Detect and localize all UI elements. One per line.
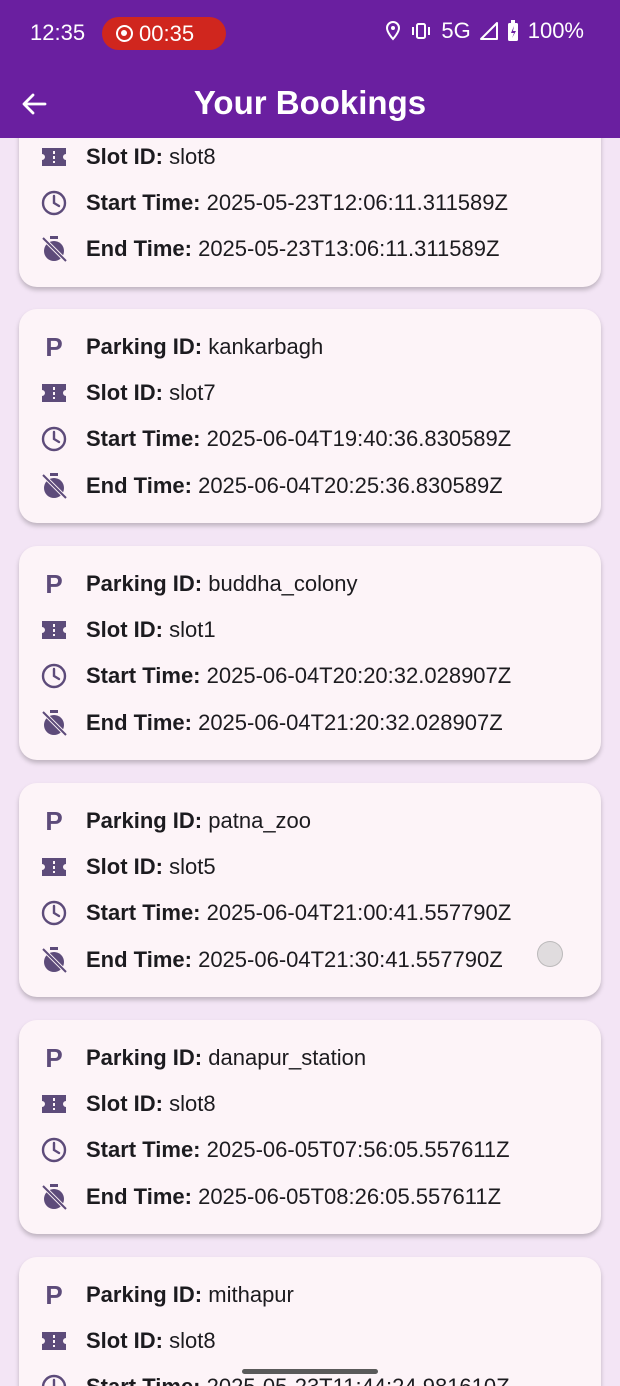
ticket-icon <box>39 1326 69 1356</box>
recording-timer: 00:35 <box>139 20 195 46</box>
parking-icon: P <box>45 568 63 599</box>
slot-id-text: Slot ID: slot8 <box>86 1328 216 1353</box>
clock-icon <box>39 1372 69 1386</box>
parking-id-text: Parking ID: mithapur <box>86 1282 294 1307</box>
clock-icon <box>39 424 69 454</box>
ticket-icon <box>39 852 69 882</box>
slot-id-text: Slot ID: slot1 <box>86 617 216 642</box>
status-icons: 5G 100% <box>385 18 584 44</box>
timer-off-icon <box>39 708 69 738</box>
parking-icon: P <box>45 1279 63 1310</box>
booking-card[interactable]: P Parking ID: patna_zoo Slot ID: slot5 S… <box>19 783 601 997</box>
start-time-text: Start Time: 2025-05-23T12:06:11.311589Z <box>86 190 508 215</box>
clock-icon <box>39 898 69 928</box>
network-type: 5G <box>441 18 471 43</box>
parking-icon: P <box>45 331 63 362</box>
booking-card[interactable]: P Parking ID: kankarbagh Slot ID: slot7 … <box>19 309 601 523</box>
clock-icon <box>39 1135 69 1165</box>
parking-icon: P <box>45 805 63 836</box>
ticket-icon <box>39 1089 69 1119</box>
parking-id-text: Parking ID: patna_zoo <box>86 808 312 833</box>
start-time-text: Start Time: 2025-06-04T21:00:41.557790Z <box>86 900 512 925</box>
start-time-text: Start Time: 2025-06-04T20:20:32.028907Z <box>86 663 512 688</box>
vibrate-icon <box>410 22 432 40</box>
clock-icon <box>39 661 69 691</box>
booking-card[interactable]: P Parking ID: buddha_colony Slot ID: slo… <box>19 546 601 760</box>
ticket-icon <box>39 615 69 645</box>
end-time-text: End Time: 2025-06-04T20:25:36.830589Z <box>86 473 503 498</box>
timer-off-icon <box>39 471 69 501</box>
ticket-icon <box>39 142 69 172</box>
start-time-text: Start Time: 2025-06-05T07:56:05.557611Z <box>86 1137 510 1162</box>
start-time-text: Start Time: 2025-06-04T19:40:36.830589Z <box>86 426 512 451</box>
start-time-text: Start Time: 2025-05-23T11:44:24.981610Z <box>86 1374 510 1386</box>
booking-card[interactable]: P Parking ID: mithapur Slot ID: slot8 St… <box>19 1257 601 1386</box>
slot-id-text: Slot ID: slot7 <box>86 380 216 405</box>
parking-icon: P <box>45 1042 63 1073</box>
end-time-text: End Time: 2025-05-23T13:06:11.311589Z <box>86 236 500 261</box>
ticket-icon <box>39 378 69 408</box>
screen-recording-pill[interactable]: 00:35 <box>102 17 226 50</box>
status-time: 12:35 <box>30 20 86 45</box>
end-time-text: End Time: 2025-06-04T21:30:41.557790Z <box>86 947 503 972</box>
battery-icon <box>507 20 519 42</box>
record-icon <box>116 25 133 42</box>
parking-id-text: Parking ID: buddha_colony <box>86 571 358 596</box>
timer-off-icon <box>39 1182 69 1212</box>
slot-id-text: Slot ID: slot8 <box>86 1091 216 1116</box>
parking-id-text: Parking ID: danapur_station <box>86 1045 367 1070</box>
timer-off-icon <box>39 234 69 264</box>
slot-id-text: Slot ID: slot8 <box>86 144 216 169</box>
booking-card[interactable]: P Parking ID: danapur_station Slot ID: s… <box>19 1020 601 1234</box>
page-title: Your Bookings <box>193 84 427 121</box>
slot-id-text: Slot ID: slot5 <box>86 854 216 879</box>
location-icon <box>385 21 401 41</box>
clock-icon <box>39 188 69 218</box>
end-time-text: End Time: 2025-06-05T08:26:05.557611Z <box>86 1184 502 1209</box>
title-bar: Your Bookings <box>0 70 620 138</box>
end-time-text: End Time: 2025-06-04T21:20:32.028907Z <box>86 710 503 735</box>
battery-percent: 100% <box>527 18 584 43</box>
timer-off-icon <box>39 945 69 975</box>
status-bar: 12:35 00:35 5G 100% <box>0 0 620 66</box>
home-indicator[interactable] <box>242 1369 378 1374</box>
app-bar: 12:35 00:35 5G 100% Your Bookings <box>0 0 620 138</box>
touch-indicator <box>537 941 563 967</box>
parking-id-text: Parking ID: kankarbagh <box>86 334 324 359</box>
signal-icon <box>479 22 498 40</box>
